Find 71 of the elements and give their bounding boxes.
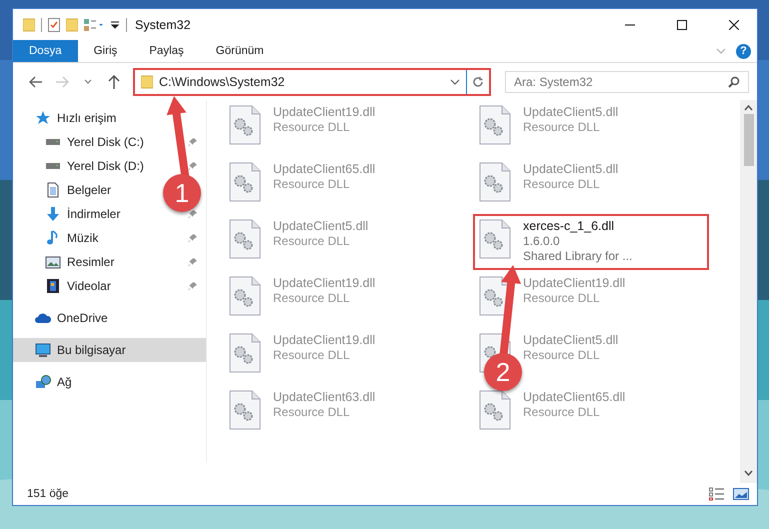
file-detail: Resource DLL: [273, 234, 351, 248]
file-detail: Resource DLL: [523, 348, 601, 362]
refresh-icon: [472, 76, 484, 88]
monitor-icon: [35, 342, 51, 358]
address-field[interactable]: C:\Windows\System32: [135, 70, 467, 94]
ribbon-tab[interactable]: Dosya: [13, 40, 78, 62]
sidebar-item[interactable]: OneDrive: [13, 306, 116, 330]
search-field[interactable]: Ara: System32: [505, 70, 749, 92]
dll-file-icon: [229, 219, 261, 259]
file-detail: 1.6.0.0: [523, 234, 561, 248]
dll-file-icon: [479, 390, 511, 430]
document-icon: [45, 182, 61, 198]
drive-icon: [45, 139, 61, 145]
star-icon: [35, 110, 51, 126]
details-view-icon[interactable]: [709, 487, 725, 501]
file-detail: Resource DLL: [273, 405, 351, 419]
file-detail: Resource DLL: [273, 291, 351, 305]
item-count: 151 öğe: [27, 488, 70, 500]
file-name[interactable]: xerces-c_1_6.dll: [523, 219, 632, 233]
tiles-view-icon[interactable]: [733, 487, 749, 501]
scroll-up-icon: [744, 104, 753, 112]
caret-icon: [450, 78, 460, 86]
search-icon: [728, 76, 740, 88]
sidebar-item[interactable]: Yerel Disk (C:): [13, 130, 206, 154]
scrollbar[interactable]: [740, 100, 757, 483]
forward-arrow-icon: [55, 76, 69, 88]
file-detail: Resource DLL: [523, 291, 601, 305]
sidebar-item[interactable]: Videolar: [13, 274, 206, 298]
dll-file-icon: [479, 219, 511, 259]
file-detail: Resource DLL: [273, 348, 351, 362]
caret-icon: [84, 78, 92, 84]
file-detail: Resource DLL: [523, 120, 601, 134]
dll-file-icon: [229, 333, 261, 373]
sidebar-item[interactable]: Resimler: [13, 250, 206, 274]
dll-file-icon: [229, 105, 261, 145]
help-button[interactable]: ?: [736, 44, 751, 58]
dll-file-icon: [229, 390, 261, 430]
file-detail: Resource DLL: [523, 405, 601, 419]
folder-icon: [141, 74, 153, 88]
sidebar-item[interactable]: Belgeler: [13, 178, 120, 202]
ribbon-tab[interactable]: Giriş: [78, 40, 134, 62]
view-options-icon[interactable]: [84, 18, 104, 32]
close-icon: [729, 20, 739, 30]
up-arrow-icon: [108, 74, 120, 88]
back-arrow-icon: [29, 76, 43, 88]
ribbon-tab[interactable]: Paylaş: [133, 40, 200, 62]
scroll-thumb[interactable]: [744, 114, 754, 166]
file-detail: Resource DLL: [273, 120, 351, 134]
dll-file-icon: [229, 162, 261, 202]
properties-icon[interactable]: [48, 18, 60, 32]
file-item[interactable]: xerces-c_1_6.dll 1.6.0.0 Shared Library for ...: [473, 214, 709, 270]
scroll-down-icon: [744, 469, 753, 477]
network-icon: [35, 374, 51, 390]
sidebar-item[interactable]: Bu bilgisayar: [13, 338, 206, 362]
drive-icon: [45, 163, 61, 169]
dll-file-icon: [479, 162, 511, 202]
sidebar-item[interactable]: Hızlı erişim: [13, 106, 124, 130]
sidebar-item[interactable]: Müzik: [13, 226, 206, 250]
customize-toolbar-icon[interactable]: [110, 20, 120, 30]
picture-icon: [45, 254, 61, 270]
maximize-icon: [677, 20, 687, 30]
ribbon-tab[interactable]: Görünüm: [200, 40, 280, 62]
dll-file-icon: [479, 105, 511, 145]
file-detail: Resource DLL: [523, 177, 601, 191]
download-icon: [45, 206, 61, 222]
file-detail: Resource DLL: [273, 177, 351, 191]
window-title: System32: [135, 18, 192, 32]
film-icon: [45, 278, 61, 294]
file-detail: Shared Library for ...: [523, 249, 632, 263]
sidebar-item[interactable]: Ağ: [13, 370, 80, 394]
dll-file-icon: [229, 276, 261, 316]
